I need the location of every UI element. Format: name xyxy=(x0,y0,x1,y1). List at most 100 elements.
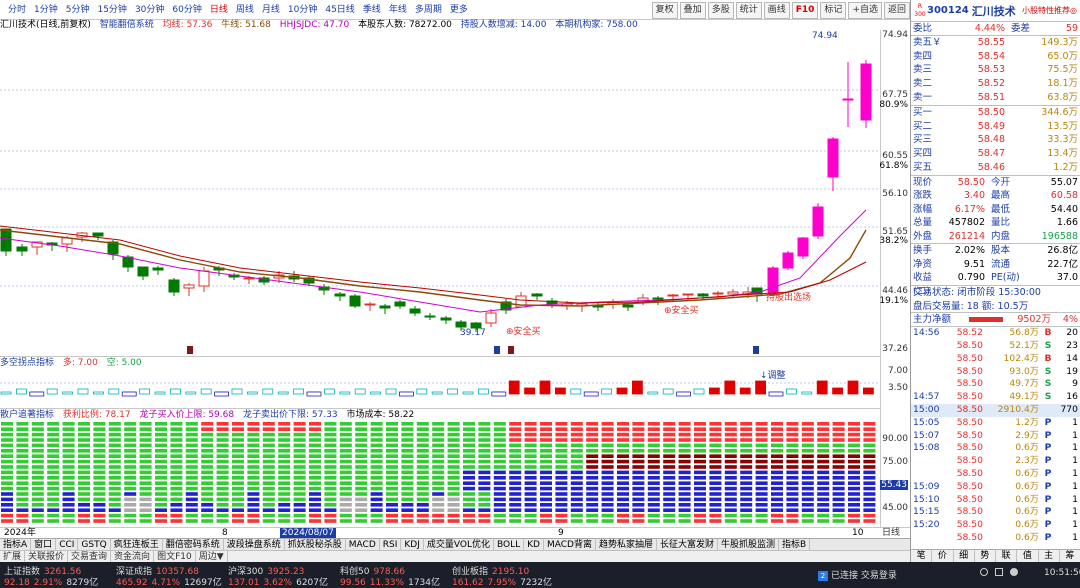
bid-row[interactable]: 买四 58.47 13.4万 xyxy=(911,147,1080,161)
period-tab[interactable]: 10分钟 xyxy=(284,0,321,20)
tick-row[interactable]: 58.50 49.7万 S 9 xyxy=(911,378,1080,391)
tick-row[interactable]: 15:15 58.50 0.6万 P 1 xyxy=(911,506,1080,519)
extension-tab[interactable]: 周边▼ xyxy=(196,551,228,562)
tick-row[interactable]: 15:05 58.50 1.2万 P 1 xyxy=(911,417,1080,430)
ind3-cell xyxy=(724,492,737,496)
ind3-cell xyxy=(570,449,583,453)
tool-button[interactable]: F10 xyxy=(791,2,819,19)
right-tab[interactable]: 价 xyxy=(932,550,954,562)
ask-row[interactable]: 卖四 58.54 65.0万 xyxy=(911,50,1080,64)
tool-button[interactable]: 多股 xyxy=(707,2,734,19)
period-tab[interactable]: 60分钟 xyxy=(168,0,205,20)
settings-icon[interactable] xyxy=(980,568,988,576)
candlestick-chart[interactable]: 74.9439.17 ⊕安全买⊕安全买持股出选场 xyxy=(0,30,880,356)
window-icon[interactable] xyxy=(994,568,1003,576)
indicator-tab[interactable]: 趋势私家抽屉 xyxy=(596,539,657,550)
indicator-tab[interactable]: MACD背离 xyxy=(544,539,596,550)
ind2-chart[interactable]: ↓调整 xyxy=(0,368,880,408)
right-tab[interactable]: 联 xyxy=(996,550,1018,562)
period-tab[interactable]: 5分钟 xyxy=(62,0,94,20)
tick-row[interactable]: 58.50 52.1万 S 23 xyxy=(911,340,1080,353)
tick-row[interactable]: 15:20 58.50 0.6万 P 1 xyxy=(911,519,1080,532)
tick-row[interactable]: 58.50 0.6万 P 1 xyxy=(911,532,1080,545)
bid-row[interactable]: 买五 58.46 1.2万 xyxy=(911,161,1080,175)
indicator-tab[interactable]: 疯狂连板王 xyxy=(111,539,163,550)
tick-row[interactable]: 14:56 58.52 56.8万 B 20 xyxy=(911,327,1080,340)
right-tab[interactable]: 筹 xyxy=(1060,550,1080,562)
connection-status[interactable]: 2 已连接 交易登录 xyxy=(818,568,897,581)
bid-row[interactable]: 买二 58.49 13.5万 xyxy=(911,120,1080,134)
extension-tab[interactable]: 扩展 xyxy=(0,551,26,562)
tick-row[interactable]: 58.50 2.3万 P 1 xyxy=(911,455,1080,468)
period-tab[interactable]: 45日线 xyxy=(321,0,358,20)
indicator-tab[interactable]: BOLL xyxy=(494,539,525,550)
indicator-tab[interactable]: RSI xyxy=(380,539,402,550)
right-tab[interactable]: 细 xyxy=(954,550,975,562)
tick-row[interactable]: 15:10 58.50 0.6万 P 1 xyxy=(911,494,1080,507)
tool-button[interactable]: +自选 xyxy=(848,2,882,19)
indicator-tab[interactable]: 成交量VOL优化 xyxy=(424,539,494,550)
tool-button[interactable]: 标记 xyxy=(820,2,847,19)
period-tab[interactable]: 周线 xyxy=(232,0,258,20)
ind3-cell xyxy=(62,449,75,453)
formula-name[interactable]: 智能翻倍系统 xyxy=(100,20,154,30)
period-tab[interactable]: 30分钟 xyxy=(131,0,168,20)
bid-row[interactable]: 买三 58.48 33.3万 xyxy=(911,133,1080,147)
period-tab[interactable]: 季线 xyxy=(359,0,385,20)
indicator-tab[interactable]: MACD xyxy=(346,539,380,550)
tick-row[interactable]: 15:07 58.50 2.9万 P 1 xyxy=(911,430,1080,443)
tool-button[interactable]: 复权 xyxy=(651,2,678,19)
ind2-title[interactable]: 多空拐点指标 xyxy=(0,358,54,368)
ask-row[interactable]: 卖三 58.53 75.5万 xyxy=(911,63,1080,77)
ind3-chart[interactable] xyxy=(0,420,880,527)
extension-tab[interactable]: 资金流向 xyxy=(111,551,155,562)
extension-tab[interactable]: 图文F10 xyxy=(154,551,196,562)
tool-button[interactable]: 叠加 xyxy=(679,2,706,19)
period-tab[interactable]: 多周期 xyxy=(411,0,446,20)
right-tab[interactable]: 值 xyxy=(1017,550,1039,562)
tick-row[interactable]: 15:00 58.50 2910.4万 770 xyxy=(911,403,1080,417)
tick-list[interactable]: 14:56 58.52 56.8万 B 20 58.50 52.1万 S 23 58.50 102.… xyxy=(911,327,1080,545)
extension-tab[interactable]: 关联报价 xyxy=(25,551,69,562)
period-tab[interactable]: 年线 xyxy=(385,0,411,20)
indicator-tab[interactable]: 指标B xyxy=(779,539,811,550)
ind3-cell xyxy=(524,492,537,496)
ask-row[interactable]: 卖二 58.52 18.1万 xyxy=(911,77,1080,91)
bid-row[interactable]: 买一 58.50 344.6万 xyxy=(911,106,1080,120)
period-tab[interactable]: 分时 xyxy=(4,0,30,20)
tick-row[interactable]: 15:08 58.50 0.6万 P 1 xyxy=(911,442,1080,455)
indicator-tab[interactable]: 波段操盘系统 xyxy=(224,539,285,550)
ask-row[interactable]: 卖一 58.51 63.8万 xyxy=(911,91,1080,105)
period-tab[interactable]: 15分钟 xyxy=(93,0,130,20)
ind3-title[interactable]: 散户追著指标 xyxy=(0,410,54,420)
ask-row[interactable]: 卖五￥ 58.55 149.3万 xyxy=(911,36,1080,50)
indicator-tab[interactable]: 抓妖股秘杀股 xyxy=(285,539,346,550)
tick-row[interactable]: 58.50 0.6万 P 1 xyxy=(911,468,1080,481)
tool-button[interactable]: 统计 xyxy=(735,2,762,19)
indicator-tab[interactable]: 指标A xyxy=(0,539,32,550)
right-tab[interactable]: 主 xyxy=(1039,550,1060,562)
indicator-tab[interactable]: 翻倍密码系统 xyxy=(163,539,224,550)
tool-button[interactable]: 画线 xyxy=(763,2,790,19)
right-tab[interactable]: 笔 xyxy=(911,550,933,562)
stock-feature-link[interactable]: 小股特性推荐◎ xyxy=(1022,5,1080,16)
indicator-tab[interactable]: 牛股抓股监测 xyxy=(718,539,779,550)
right-tab[interactable]: 势 xyxy=(975,550,996,562)
tick-row[interactable]: 58.50 93.0万 S 19 xyxy=(911,366,1080,379)
period-tab[interactable]: 日线 xyxy=(206,0,232,20)
indicator-tab[interactable]: GSTQ xyxy=(78,539,111,550)
tick-row[interactable]: 58.50 102.4万 B 14 xyxy=(911,353,1080,366)
tool-button[interactable]: 返回 xyxy=(883,2,910,19)
indicator-tab[interactable]: CCI xyxy=(56,539,79,550)
indicator-tab[interactable]: KDJ xyxy=(401,539,424,550)
tick-row[interactable]: 14:57 58.50 49.1万 S 16 xyxy=(911,391,1080,404)
tick-row[interactable]: 15:09 58.50 0.6万 P 1 xyxy=(911,481,1080,494)
indicator-tab[interactable]: 长征大富发财 xyxy=(657,539,718,550)
period-tab[interactable]: 月线 xyxy=(258,0,284,20)
extension-tab[interactable]: 交易查询 xyxy=(68,551,112,562)
user-icon[interactable] xyxy=(1009,568,1018,576)
period-tab[interactable]: 更多 xyxy=(446,0,472,20)
period-tab[interactable]: 1分钟 xyxy=(30,0,62,20)
indicator-tab[interactable]: 窗口 xyxy=(31,539,57,550)
indicator-tab[interactable]: KD xyxy=(524,539,544,550)
